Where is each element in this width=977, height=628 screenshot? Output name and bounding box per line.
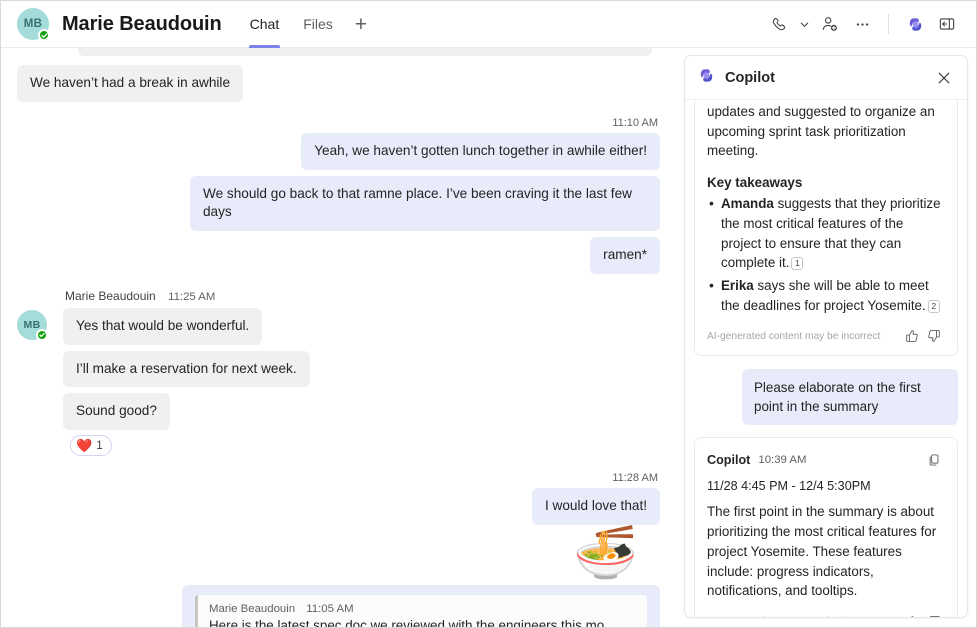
reaction-row: ❤️ 1 [63,435,660,456]
list-item: Erika says she will be able to meet the … [707,276,945,315]
thumbs-up-icon[interactable] [901,325,923,347]
message-row: Sound good? [63,393,660,430]
copilot-response-header: Copilot 10:39 AM [707,449,945,471]
ai-disclaimer: AI-generated content may be incorrect [707,616,901,617]
message-group: MB Marie Beaudouin 11:25 AM Yes that wou… [17,289,660,456]
copy-icon[interactable] [923,449,945,471]
copilot-date-range: 11/28 4:45 PM - 12/4 5:30PM [707,479,945,493]
message-row: We haven’t had a break in awhile [17,65,660,102]
message-bubble-outgoing[interactable]: We should go back to that ramne place. I… [190,176,660,232]
quoted-message-text: Here is the latest spec doc we reviewed … [209,618,636,627]
message-row: Marie Beaudouin 11:05 AM Here is the lat… [17,585,660,627]
copilot-takeaways-list: Amanda suggests that they prioritize the… [707,194,945,315]
message-bubble-incoming[interactable]: Sound good? [63,393,170,430]
clipped-message-bubble [78,48,652,56]
page-title: Marie Beaudouin [62,13,222,36]
avatar: MB [17,8,49,40]
tab-chat-label: Chat [250,16,280,32]
ramen-sticker[interactable]: 🍜 [17,527,660,579]
copilot-key-takeaways-heading: Key takeaways [707,175,945,190]
reaction-pill-heart[interactable]: ❤️ 1 [70,435,112,456]
message-timestamp: 11:10 AM [17,117,660,129]
message-bubble-incoming[interactable]: I’ll make a reservation for next week. [63,351,310,388]
copilot-summary-card: updates and suggested to organize an upc… [694,100,958,356]
group-avatar-wrapper: MB [17,310,47,340]
toggle-panel-button[interactable] [932,9,962,39]
add-tab-button[interactable]: + [345,14,377,35]
sender-time: 11:25 AM [168,291,215,303]
list-item: Amanda suggests that they prioritize the… [707,194,945,273]
copilot-panel-header: Copilot [685,56,967,100]
copilot-response-footer: AI-generated content may be incorrect [707,610,945,617]
message-list[interactable]: We haven’t had a break in awhile 11:10 A… [1,48,682,627]
message-group-body: Marie Beaudouin 11:25 AM Yes that would … [63,289,660,456]
copilot-response-body: The first point in the summary is about … [707,502,945,601]
citation-badge[interactable]: 2 [928,300,940,313]
message-row: ramen* [17,237,660,274]
message-row: We should go back to that ramne place. I… [17,176,660,232]
presence-available-icon [38,29,50,41]
copilot-summary-footer: AI-generated content may be incorrect [707,324,945,347]
tab-bar: Chat Files + [238,1,377,48]
message-row: I’ll make a reservation for next week. [63,351,660,388]
call-button[interactable] [764,9,794,39]
thumbs-down-icon[interactable] [923,611,945,617]
quoted-sender-time: 11:05 AM [306,603,353,615]
add-people-button[interactable] [815,9,845,39]
tab-chat[interactable]: Chat [238,1,292,48]
message-bubble-outgoing[interactable]: I would love that! [532,488,660,525]
close-icon[interactable] [931,65,957,91]
chevron-down-icon[interactable] [796,9,813,39]
sender-name: Marie Beaudouin [65,289,156,303]
copilot-user-prompt[interactable]: Please elaborate on the first point in t… [742,369,958,425]
copilot-user-prompt-row: Please elaborate on the first point in t… [694,369,958,425]
message-sender-line: Marie Beaudouin 11:25 AM [63,289,660,303]
copilot-response-author: Copilot [707,453,750,467]
thumbs-down-icon[interactable] [923,325,945,347]
message-row: I would love that! [17,488,660,525]
message-row: Yes that would be wonderful. [63,308,660,345]
avatar: MB [17,310,47,340]
message-bubble-incoming[interactable]: Yes that would be wonderful. [63,308,262,345]
copilot-button[interactable] [900,9,930,39]
presence-available-icon [36,329,48,341]
chat-header: MB Marie Beaudouin Chat Files + [1,1,976,48]
header-divider [888,14,889,34]
copilot-response-card: Copilot 10:39 AM 11/28 4:45 PM - 12/4 5:… [694,437,958,617]
ai-disclaimer: AI-generated content may be incorrect [707,331,901,342]
avatar-initials: MB [24,18,43,30]
citation-badge[interactable]: 1 [791,257,803,270]
message-row: Yeah, we haven’t gotten lunch together i… [17,133,660,170]
tab-files-label: Files [303,16,333,32]
message-bubble-incoming[interactable]: We haven’t had a break in awhile [17,65,243,102]
copilot-panel-title: Copilot [725,70,775,86]
tab-files[interactable]: Files [291,1,345,48]
copilot-summary-body: updates and suggested to organize an upc… [707,102,945,161]
message-bubble-outgoing[interactable]: ramen* [590,237,660,274]
copilot-panel: Copilot updates and suggested to organiz… [684,55,968,618]
quoted-message-card[interactable]: Marie Beaudouin 11:05 AM Here is the lat… [195,595,647,627]
message-bubble-outgoing[interactable]: Yeah, we haven’t gotten lunch together i… [301,133,660,170]
quoted-sender-name: Marie Beaudouin [209,603,295,615]
thumbs-up-icon[interactable] [901,611,923,617]
heart-icon: ❤️ [76,439,92,452]
header-actions [764,9,962,39]
reaction-count: 1 [96,440,102,452]
copilot-response-time: 10:39 AM [758,454,806,466]
more-options-button[interactable] [847,9,877,39]
copilot-icon [697,66,716,90]
teams-chat-window: MB Marie Beaudouin Chat Files + [0,0,977,628]
takeaway-person-name: Erika [721,278,754,293]
message-bubble-outgoing-with-quote[interactable]: Marie Beaudouin 11:05 AM Here is the lat… [182,585,660,627]
message-timestamp: 11:28 AM [17,472,660,484]
quoted-message-header: Marie Beaudouin 11:05 AM [209,603,636,615]
copilot-panel-body[interactable]: updates and suggested to organize an upc… [685,100,967,617]
takeaway-person-name: Amanda [721,196,774,211]
